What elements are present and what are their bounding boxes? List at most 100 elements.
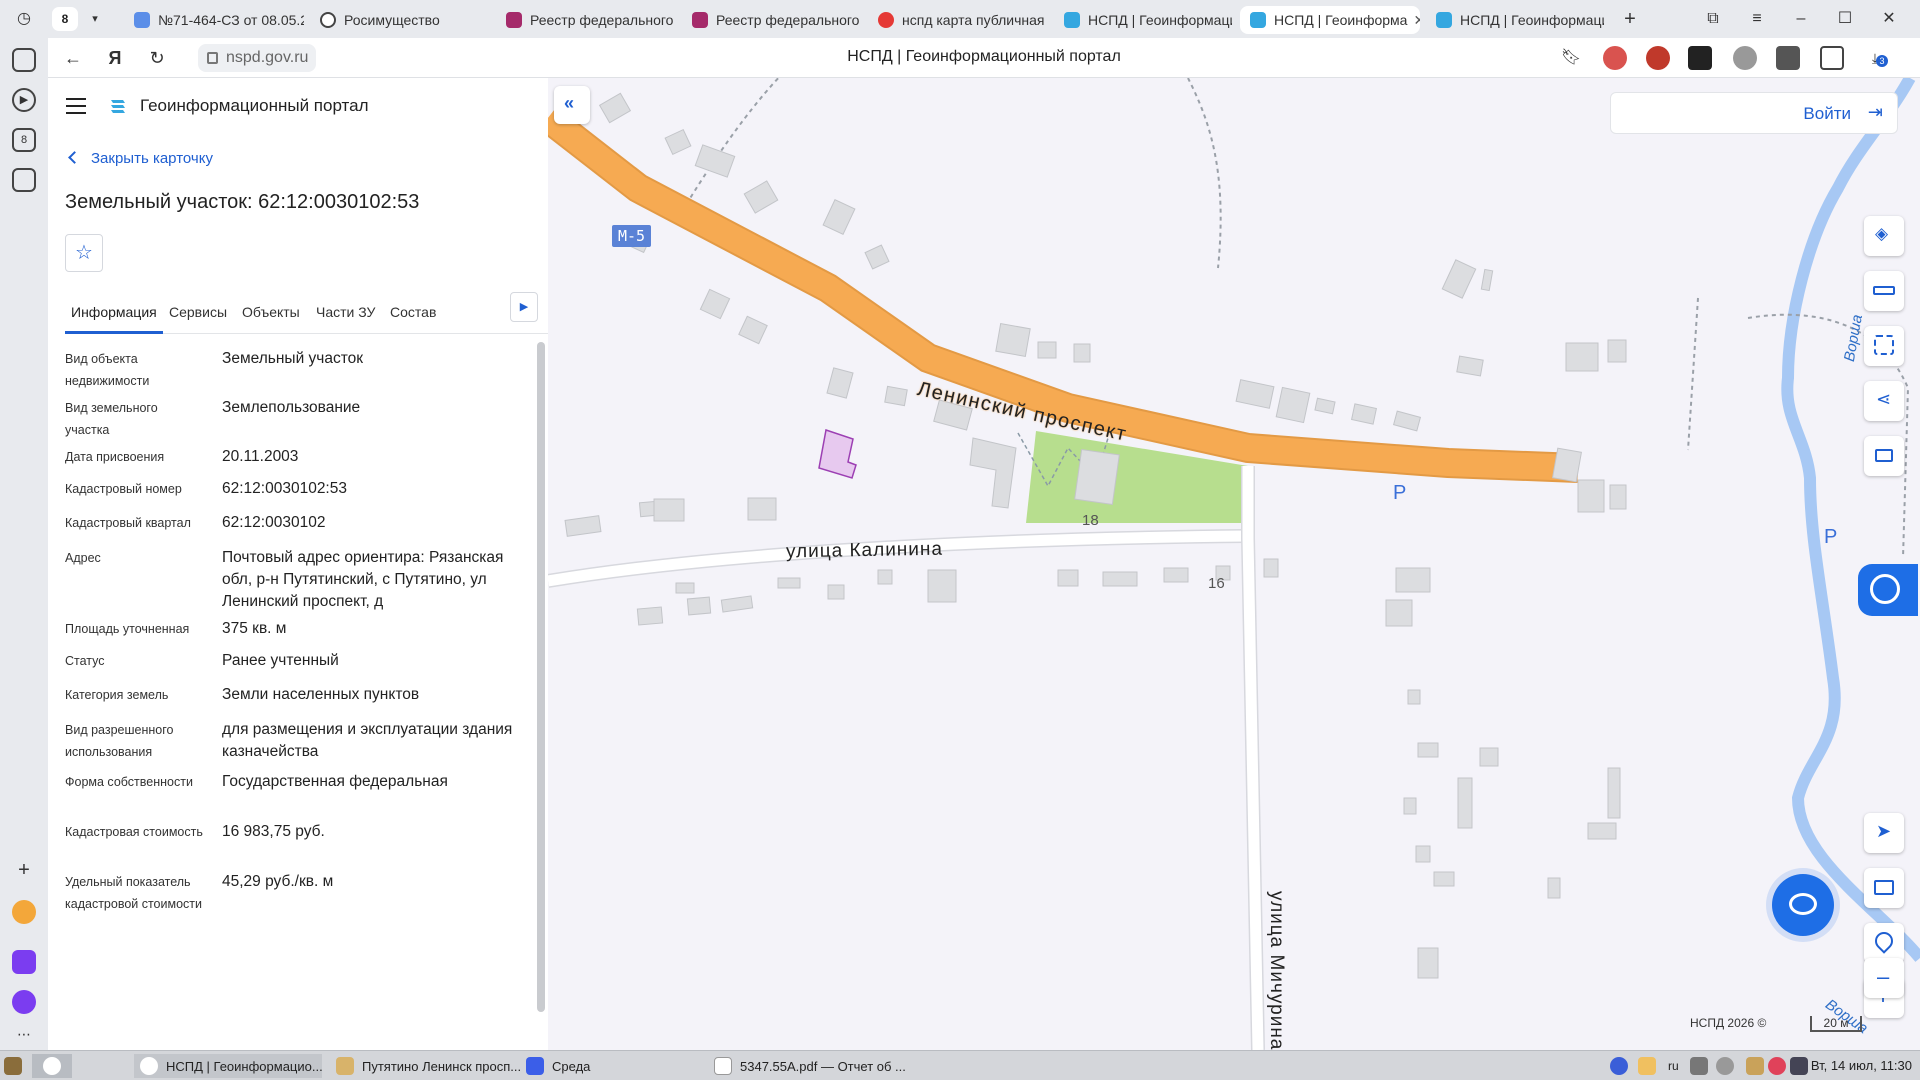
history-icon[interactable]: ◷: [11, 6, 37, 32]
attribute-value: 45,29 руб./кв. м: [222, 873, 334, 890]
taskbar-item[interactable]: 5347.55А.pdf — Отчет об ...: [708, 1054, 908, 1078]
extensions-icon[interactable]: [1820, 46, 1844, 70]
attribute-label: Статус: [65, 654, 105, 668]
chat-widget-tab[interactable]: [1858, 564, 1918, 616]
maximize-icon[interactable]: ☐: [1832, 6, 1858, 32]
screenshot-icon[interactable]: [12, 168, 36, 192]
page-title: НСПД | Геоинформационный портал: [847, 48, 1121, 65]
favicon-icon: [1436, 12, 1452, 28]
minimap-button[interactable]: [1864, 868, 1904, 908]
map-canvas[interactable]: М-5 Ленинский проспект улица Калинина ул…: [548, 78, 1920, 1050]
taskbar-clock[interactable]: Вт, 14 июл, 11:30: [1811, 1058, 1912, 1073]
bookmark-page-icon[interactable]: ⧉: [1700, 6, 1726, 32]
menu-icon[interactable]: ≡: [1744, 6, 1770, 32]
extension-icon[interactable]: [1603, 46, 1627, 70]
close-tab-icon[interactable]: ✕: [1407, 12, 1420, 29]
map-layer[interactable]: [548, 78, 1920, 1050]
browser-tab-active[interactable]: НСПД | Геоинформа ✕: [1240, 6, 1420, 34]
attribute-label: Адрес: [65, 551, 101, 565]
new-tab-icon[interactable]: +: [1617, 6, 1643, 32]
app-8-icon[interactable]: 8: [12, 128, 36, 152]
tab-title: НСПД | Геоинформаци: [1460, 12, 1604, 28]
chevron-down-icon[interactable]: ▾: [82, 6, 108, 32]
collapse-panel-button[interactable]: «: [554, 86, 590, 124]
tray-network-icon[interactable]: [1690, 1054, 1716, 1078]
tab-composition[interactable]: Состав: [390, 292, 436, 334]
favicon-icon: [134, 12, 150, 28]
back-icon[interactable]: ←: [60, 45, 86, 71]
collections-icon[interactable]: [12, 48, 36, 72]
favicon-icon: [1250, 12, 1266, 28]
yandex-tray-icon: [1610, 1057, 1628, 1075]
favorite-button[interactable]: ☆: [65, 234, 103, 272]
browser-tab[interactable]: нспд карта публичная: [868, 6, 1046, 34]
close-window-icon[interactable]: ✕: [1876, 6, 1902, 32]
yandex-icon[interactable]: Я: [102, 45, 128, 71]
attribute-value: 20.11.2003: [222, 448, 299, 465]
start-menu-button[interactable]: [4, 1054, 30, 1078]
chevron-left-icon: [68, 151, 81, 164]
notes-icon: [1638, 1057, 1656, 1075]
selected-parcel[interactable]: [818, 429, 857, 479]
zoom-out-button[interactable]: –: [1864, 958, 1904, 998]
yandex-browser-icon: [140, 1057, 158, 1075]
browser-tab[interactable]: НСПД | Геоинформаци: [1054, 6, 1232, 34]
tab-information[interactable]: Информация: [65, 292, 163, 334]
location-pin-button[interactable]: [1864, 923, 1904, 963]
messenger-icon[interactable]: [12, 950, 36, 974]
tab-count-badge[interactable]: 8: [52, 7, 78, 31]
chat-lines-icon: [1789, 893, 1817, 915]
login-button[interactable]: Войти ⇥: [1610, 92, 1898, 134]
minimap-icon: [1874, 880, 1894, 895]
building-16: [969, 437, 1017, 509]
geolocation-button[interactable]: ➤: [1864, 813, 1904, 853]
tab-title: Реестр федерального и: [530, 12, 674, 28]
browser-tab[interactable]: НСПД | Геоинформаци: [1426, 6, 1604, 34]
tabs-scroll-right-button[interactable]: ▶: [510, 292, 538, 322]
play-icon[interactable]: ▶: [12, 88, 36, 112]
measure-button[interactable]: [1864, 271, 1904, 311]
share-button[interactable]: ⋖: [1864, 381, 1904, 421]
url-field[interactable]: nspd.gov.ru: [198, 44, 317, 72]
ruler-icon: [1873, 286, 1895, 295]
favicon-icon: [320, 12, 336, 28]
print-button[interactable]: [1864, 436, 1904, 476]
attribute-value: 16 983,75 руб.: [222, 823, 325, 840]
reload-icon[interactable]: ↻: [144, 45, 170, 71]
layers-button[interactable]: ◈: [1864, 216, 1904, 256]
minimize-icon[interactable]: –: [1788, 6, 1814, 32]
keyboard-layout[interactable]: ru: [1668, 1054, 1679, 1078]
extension-icon[interactable]: [1776, 46, 1800, 70]
search-area-button[interactable]: [1864, 326, 1904, 366]
close-card-link[interactable]: Закрыть карточку: [68, 150, 213, 167]
browser-tab[interactable]: Реестр федерального и: [496, 6, 674, 34]
yandex-launcher[interactable]: [32, 1054, 72, 1078]
downloads-icon[interactable]: ⤓ 3: [1862, 45, 1888, 71]
tab-parts[interactable]: Части ЗУ: [316, 292, 375, 334]
tray-yandex-icon[interactable]: [1610, 1054, 1636, 1078]
more-icon[interactable]: ⋯: [12, 1024, 36, 1048]
tab-services[interactable]: Сервисы: [169, 292, 227, 334]
tab-title: Реестр федерального и: [716, 12, 860, 28]
tray-volume-icon[interactable]: [1716, 1054, 1742, 1078]
taskbar-item-active[interactable]: НСПД | Геоинформацио...: [134, 1054, 323, 1078]
panel-scrollbar[interactable]: [537, 342, 545, 1012]
bookmark-icon[interactable]: 🔖︎: [1558, 45, 1584, 71]
extension-icon[interactable]: [1688, 46, 1712, 70]
tray-notes-icon[interactable]: [1638, 1054, 1664, 1078]
tab-objects[interactable]: Объекты: [242, 292, 300, 334]
taskbar-item[interactable]: Среда: [520, 1054, 700, 1078]
browser-tab[interactable]: Реестр федерального и: [682, 6, 860, 34]
browser-tab[interactable]: №71-464-СЗ от 08.05.2(: [124, 6, 304, 34]
feedback-chat-button[interactable]: [1772, 874, 1834, 936]
browser-tab[interactable]: Росимущество: [310, 6, 486, 34]
mail-icon[interactable]: [12, 900, 36, 924]
add-panel-icon[interactable]: +: [12, 860, 36, 884]
extension-icon[interactable]: [1733, 46, 1757, 70]
alice-icon[interactable]: [12, 990, 36, 1014]
extension-icon[interactable]: [1646, 46, 1670, 70]
taskbar-item[interactable]: Путятино Ленинск просп...: [330, 1054, 521, 1078]
yandex-browser-icon: [43, 1057, 61, 1075]
menu-icon[interactable]: [66, 98, 86, 114]
favicon-icon: [1064, 12, 1080, 28]
